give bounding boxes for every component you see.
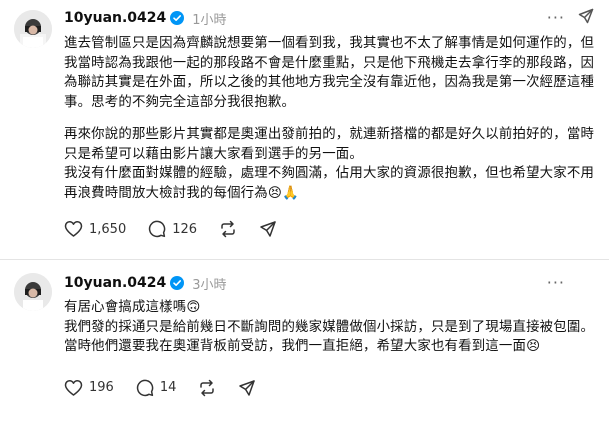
like-button[interactable]: 196: [64, 379, 114, 397]
post-header: 10yuan.0424 1小時: [64, 0, 595, 30]
verified-badge-icon: [170, 276, 185, 290]
share-button[interactable]: [259, 220, 277, 238]
share-icon[interactable]: [577, 7, 595, 29]
post-body: 有居心會搞成這樣嗎🙃 我們發的採通只是給前幾日不斷詢問的幾家媒體做個小採訪，只是…: [64, 298, 595, 357]
post-header: 10yuan.0424 3小時: [64, 260, 595, 295]
comment-icon: [136, 379, 154, 397]
post-paragraph: 再來你說的那些影片其實都是奧運出發前拍的，就連新搭檔的都是好久以前拍好的，當時只…: [64, 127, 595, 201]
post-body: 進去管制區只是因為齊麟說想要第一個看到我，我其實也不太了解事情是如何運作的，但我…: [64, 34, 595, 203]
more-icon[interactable]: ···: [547, 8, 565, 27]
like-count: 196: [89, 380, 114, 395]
more-icon[interactable]: ···: [547, 273, 565, 292]
repost-icon: [198, 379, 216, 397]
timestamp: 3小時: [192, 277, 227, 293]
post-paragraph: 有居心會搞成這樣嗎🙃 我們發的採通只是給前幾日不斷詢問的幾家媒體做個小採訪，只是…: [64, 300, 595, 354]
repost-button[interactable]: [198, 379, 216, 397]
comment-count: 126: [172, 221, 198, 237]
action-bar: 196 14: [64, 378, 595, 398]
username[interactable]: 10yuan.0424: [64, 275, 166, 291]
share-button[interactable]: [238, 379, 256, 397]
post-paragraph: 進去管制區只是因為齊麟說想要第一個看到我，我其實也不太了解事情是如何運作的，但我…: [64, 36, 595, 110]
comment-button[interactable]: 14: [136, 379, 177, 397]
post: 10yuan.0424 3小時 ··· 有居心會搞成這樣嗎🙃 我們發的採通只是給…: [0, 260, 609, 431]
post: 10yuan.0424 1小時 ··· 進去管制區只是因為齊麟說想要第一個看到我…: [0, 0, 609, 260]
timestamp: 1小時: [192, 12, 227, 28]
share-icon: [238, 379, 256, 397]
share-icon: [259, 220, 277, 238]
heart-icon: [64, 220, 83, 238]
repost-button[interactable]: [219, 220, 237, 238]
like-button[interactable]: 1,650: [64, 220, 126, 238]
like-count: 1,650: [89, 221, 127, 237]
username[interactable]: 10yuan.0424: [64, 10, 166, 26]
comment-count: 14: [159, 380, 177, 395]
verified-badge-icon: [170, 11, 185, 25]
avatar[interactable]: [14, 273, 52, 311]
heart-icon: [64, 379, 83, 397]
avatar[interactable]: [14, 10, 52, 48]
repost-icon: [219, 220, 237, 238]
comment-icon: [148, 220, 166, 238]
action-bar: 1,650 126: [64, 219, 595, 239]
comment-button[interactable]: 126: [148, 220, 197, 238]
